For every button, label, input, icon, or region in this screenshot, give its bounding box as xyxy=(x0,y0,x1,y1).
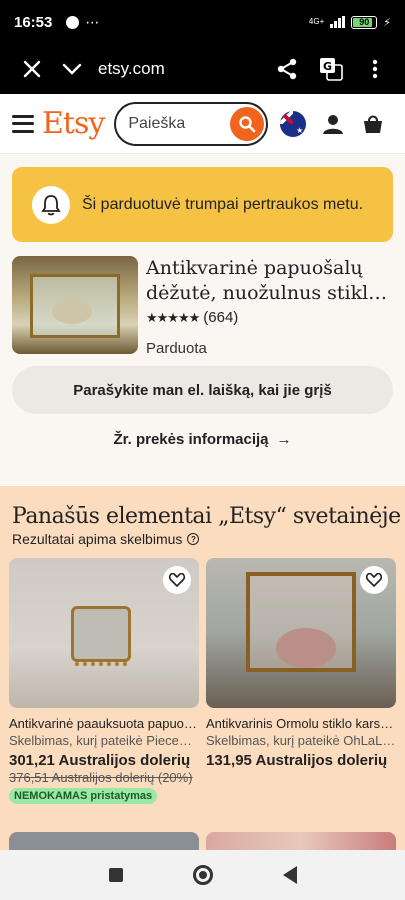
similar-item-title: Antikvarinė paauksuota papuošalų dėžutė xyxy=(9,716,199,731)
signal-icon xyxy=(330,16,346,28)
translate-icon[interactable]: G xyxy=(311,49,351,89)
item-details-link[interactable]: Žr. prekės informaciją → xyxy=(0,431,405,448)
shop-vacation-banner: Ši parduotuvė trumpai pertraukos metu. xyxy=(12,167,393,242)
free-shipping-badge: NEMOKAMAS pristatymas xyxy=(9,788,158,804)
similar-item-card[interactable]: Antikvarinė paauksuota papuošalų dėžutė … xyxy=(9,558,199,804)
similar-item-old-price: 376,51 Australijos dolerių (20%) xyxy=(9,770,193,785)
similar-item-image[interactable] xyxy=(9,558,199,708)
similar-item-title: Antikvarinis Ormolu stiklo karstelis xyxy=(206,716,396,731)
recents-icon[interactable] xyxy=(108,868,123,882)
notification-more-icon: ⋯ xyxy=(85,13,101,30)
similar-item-seller: Skelbimas, kurį pateikė OhLaLaVintage xyxy=(206,733,396,748)
status-right: 4G+ 90 ⚡ xyxy=(308,15,391,29)
user-icon[interactable] xyxy=(320,111,346,137)
product-summary[interactable]: Antikvarinė papuošalų dėžutė, nuožulnus … xyxy=(12,256,393,357)
url-text[interactable]: etsy.com xyxy=(98,59,165,79)
similar-item-price: 131,95 Australijos dolerių xyxy=(206,752,388,769)
network-type: 4G+ xyxy=(308,17,325,26)
review-count: (664) xyxy=(203,309,239,326)
site-header: Etsy Paieška xyxy=(0,94,405,154)
product-title-line2: dėžutė, nuožulnus stiklas, auksinis xyxy=(146,282,393,304)
similar-item-seller: Skelbimas, kurį pateikė PieceOfHistory xyxy=(9,733,199,748)
status-left: 16:53 ⋯ xyxy=(14,14,100,31)
similar-subtitle: Rezultatai apima skelbimus ? xyxy=(12,531,200,547)
more-similar-items xyxy=(0,832,405,850)
battery-level: 90 xyxy=(359,17,370,27)
close-icon[interactable] xyxy=(12,49,52,89)
flag-icon[interactable] xyxy=(280,110,307,137)
share-icon[interactable] xyxy=(267,49,307,89)
product-status: Parduota xyxy=(146,340,207,357)
cart-icon[interactable] xyxy=(360,111,386,137)
similar-item-price: 301,21 Australijos dolerių xyxy=(9,752,191,769)
svg-text:G: G xyxy=(323,60,332,73)
charging-icon: ⚡ xyxy=(383,16,391,29)
search-input[interactable]: Paieška xyxy=(114,101,269,146)
arrow-right-icon: → xyxy=(276,431,292,448)
product-rating: ★★★★★ (664) xyxy=(146,309,393,326)
product-title-line1: Antikvarinė papuošalų xyxy=(146,257,363,279)
similar-item-card[interactable]: Antikvarinis Ormolu stiklo karstelis Ske… xyxy=(206,558,396,769)
search-placeholder: Paieška xyxy=(128,114,186,132)
heart-icon[interactable] xyxy=(360,566,388,594)
status-bar: 16:53 ⋯ 4G+ 90 ⚡ xyxy=(0,0,405,44)
messenger-icon xyxy=(66,15,80,29)
similar-item-image[interactable] xyxy=(206,832,396,850)
bell-icon xyxy=(32,185,70,224)
heart-icon[interactable] xyxy=(163,566,191,594)
similar-subtitle-text: Rezultatai apima skelbimus xyxy=(12,531,183,547)
chevron-down-icon[interactable] xyxy=(52,49,92,89)
menu-icon[interactable] xyxy=(12,114,34,133)
listing-section: Ši parduotuvė trumpai pertraukos metu. A… xyxy=(0,155,405,485)
etsy-logo[interactable]: Etsy xyxy=(42,106,105,141)
status-time: 16:53 xyxy=(14,13,53,31)
similar-title: Panašūs elementai „Etsy“ svetainėje xyxy=(12,504,401,529)
rating-stars: ★★★★★ xyxy=(146,309,200,325)
home-icon[interactable] xyxy=(192,865,213,885)
browser-toolbar: etsy.com G xyxy=(0,44,405,94)
back-icon[interactable] xyxy=(282,866,297,884)
product-image[interactable] xyxy=(12,256,138,354)
search-icon[interactable] xyxy=(230,106,265,141)
similar-item-image[interactable] xyxy=(9,832,199,850)
banner-text: Ši parduotuvė trumpai pertraukos metu. xyxy=(82,195,364,213)
notify-me-button[interactable]: Parašykite man el. laišką, kai jie grįš xyxy=(12,366,393,414)
system-nav-bar xyxy=(0,850,405,900)
similar-items-section: Panašūs elementai „Etsy“ svetainėje Rezu… xyxy=(0,486,405,850)
similar-item-image[interactable] xyxy=(206,558,396,708)
more-vert-icon[interactable] xyxy=(355,49,395,89)
item-details-label: Žr. prekės informaciją xyxy=(113,431,269,448)
help-icon[interactable]: ? xyxy=(187,533,200,545)
battery-icon: 90 xyxy=(351,15,378,29)
